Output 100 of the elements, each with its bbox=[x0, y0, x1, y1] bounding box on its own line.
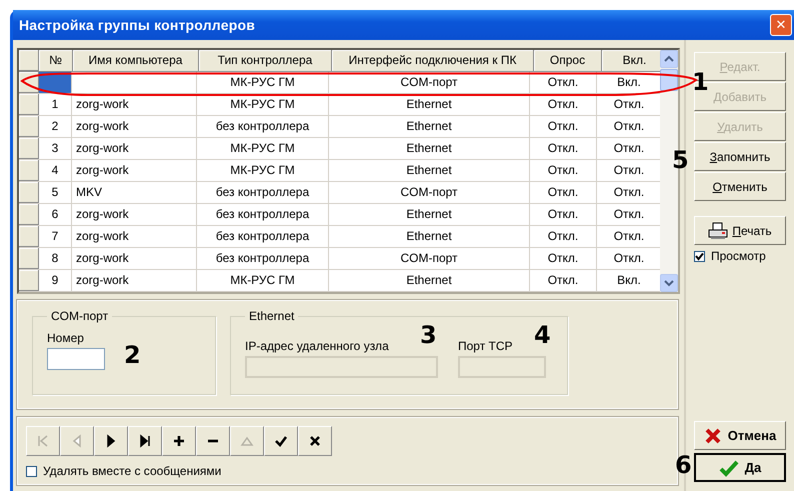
side-button[interactable]: Запомнить bbox=[694, 142, 786, 171]
callout-number: 6 bbox=[675, 453, 692, 477]
table-cell: 8 bbox=[39, 248, 72, 269]
checkbox[interactable] bbox=[694, 250, 705, 262]
table-cell: Ethernet bbox=[329, 94, 530, 115]
column-header[interactable]: Интерфейс подключения к ПК bbox=[332, 50, 534, 71]
table-cell: 1 bbox=[39, 94, 72, 115]
triangle-icon bbox=[240, 436, 254, 446]
table-cell: Откл. bbox=[530, 270, 597, 291]
column-header[interactable]: № bbox=[39, 50, 73, 71]
callout-number: 2 bbox=[124, 343, 141, 367]
navigator-button[interactable] bbox=[298, 426, 332, 456]
table-cell: zorg-work bbox=[72, 226, 197, 247]
next-record-icon bbox=[107, 434, 116, 448]
row-header[interactable] bbox=[19, 248, 39, 269]
checkbox-label: Просмотр bbox=[711, 249, 766, 263]
row-header[interactable] bbox=[19, 94, 39, 115]
table-cell: без контроллера bbox=[197, 182, 329, 203]
table-cell: Ethernet bbox=[329, 226, 530, 247]
table-cell: МК-РУС ГМ bbox=[197, 138, 329, 159]
field-label: Порт TCP bbox=[458, 339, 514, 353]
table-cell: без контроллера bbox=[197, 116, 329, 137]
table-cell: zorg-work bbox=[72, 116, 197, 137]
table-cell: Откл. bbox=[530, 72, 597, 93]
table-cell: COM-порт bbox=[329, 72, 530, 93]
table-cell: 2 bbox=[39, 116, 72, 137]
navigator-button[interactable] bbox=[196, 426, 230, 456]
column-header[interactable]: Вкл. bbox=[602, 50, 660, 71]
field-label: Номер bbox=[47, 331, 85, 345]
checkmark-icon bbox=[718, 458, 739, 476]
scroll-up-button[interactable] bbox=[660, 50, 678, 68]
column-header[interactable]: Тип контроллера bbox=[199, 50, 332, 71]
callout-number: 4 bbox=[534, 323, 551, 347]
navigator-button[interactable] bbox=[162, 426, 196, 456]
table-cell: Откл. bbox=[530, 182, 597, 203]
table-cell: Ethernet bbox=[329, 204, 530, 225]
column-header[interactable]: Опрос bbox=[534, 50, 602, 71]
plus-icon bbox=[172, 434, 186, 448]
row-header[interactable] bbox=[19, 182, 39, 203]
table-cell: 5 bbox=[39, 182, 72, 203]
table-cell: Откл. bbox=[530, 204, 597, 225]
callout-number: 5 bbox=[672, 148, 689, 172]
previous-record-icon bbox=[72, 434, 81, 448]
table-cell: COM-порт bbox=[329, 248, 530, 269]
navigator-button[interactable] bbox=[94, 426, 128, 456]
table-cell: Откл. bbox=[530, 160, 597, 181]
table-cell: Ethernet bbox=[329, 270, 530, 291]
table-cell: Откл. bbox=[530, 116, 597, 137]
table-cell: Откл. bbox=[530, 248, 597, 269]
table-cell: COM-порт bbox=[329, 182, 530, 203]
table-cell: МК-РУС ГМ bbox=[197, 72, 329, 93]
checkbox[interactable] bbox=[26, 466, 37, 476]
print-button[interactable]: Печать bbox=[694, 216, 786, 245]
checkmark-icon bbox=[275, 436, 288, 447]
table-cell: Ethernet bbox=[329, 138, 530, 159]
checkbox-label: Удалять вместе с сообщениями bbox=[43, 464, 222, 478]
column-header[interactable]: Имя компьютера bbox=[73, 50, 199, 71]
navigator-button[interactable] bbox=[128, 426, 162, 456]
table-cell: zorg-work bbox=[72, 248, 197, 269]
table-cell: МК-РУС ГМ bbox=[197, 160, 329, 181]
table-cell: без контроллера bbox=[197, 226, 329, 247]
row-header[interactable] bbox=[19, 270, 39, 291]
table-cell: МК-РУС ГМ bbox=[197, 270, 329, 291]
window-title: Настройка группы контроллеров bbox=[19, 17, 256, 33]
table-cell: zorg-work bbox=[72, 270, 197, 291]
table-cell: zorg-work bbox=[72, 138, 197, 159]
group-title: Ethernet bbox=[248, 309, 296, 323]
cross-icon bbox=[310, 436, 320, 446]
table-cell: без контроллера bbox=[197, 248, 329, 269]
field-label: IP-адрес удаленного узла bbox=[245, 339, 390, 353]
side-button[interactable]: Отменить bbox=[694, 172, 786, 201]
table-cell: 6 bbox=[39, 204, 72, 225]
row-header[interactable] bbox=[19, 226, 39, 247]
number-field[interactable] bbox=[47, 348, 105, 370]
row-header[interactable] bbox=[19, 204, 39, 225]
table-cell: 9 bbox=[39, 270, 72, 291]
printer-icon bbox=[708, 222, 728, 240]
table-cell: 7 bbox=[39, 226, 72, 247]
first-record-icon bbox=[38, 435, 48, 447]
table-cell: zorg-work bbox=[72, 204, 197, 225]
ok-button[interactable]: Да bbox=[694, 453, 786, 482]
table-cell: 3 bbox=[39, 138, 72, 159]
table-cell: Откл. bbox=[530, 138, 597, 159]
table-cell: zorg-work bbox=[72, 94, 197, 115]
group-title: COM-порт bbox=[50, 309, 110, 323]
callout-number: 3 bbox=[420, 323, 437, 347]
scroll-down-button[interactable] bbox=[660, 274, 678, 292]
row-header[interactable] bbox=[19, 116, 39, 137]
navigator-button[interactable] bbox=[264, 426, 298, 456]
minus-icon bbox=[208, 440, 218, 442]
last-record-icon bbox=[140, 435, 150, 447]
cancel-button[interactable]: Отмена bbox=[694, 421, 786, 450]
table-cell: Откл. bbox=[530, 94, 597, 115]
table-cell: без контроллера bbox=[197, 204, 329, 225]
close-button[interactable]: ✕ bbox=[770, 14, 792, 36]
table-cell: МК-РУС ГМ bbox=[197, 94, 329, 115]
table-cell: Откл. bbox=[530, 226, 597, 247]
table-cell: Ethernet bbox=[329, 116, 530, 137]
row-header[interactable] bbox=[19, 138, 39, 159]
row-header[interactable] bbox=[19, 160, 39, 181]
